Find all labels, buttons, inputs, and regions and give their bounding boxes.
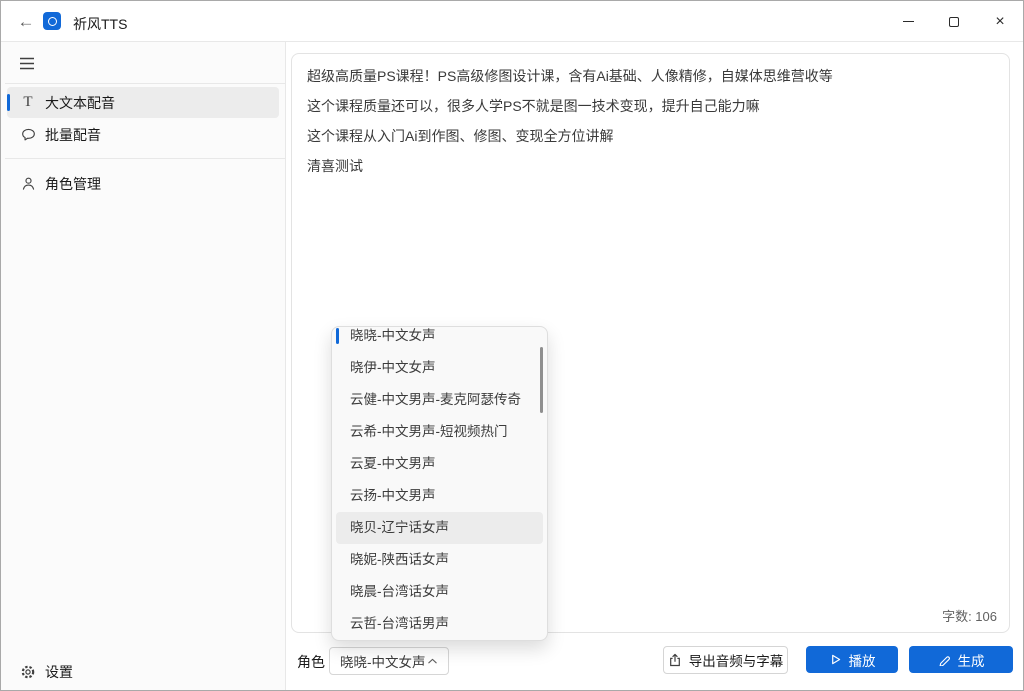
chat-bubble-icon (19, 126, 37, 144)
voice-option[interactable]: 晓贝-辽宁话女声 (336, 512, 543, 544)
voice-dropdown-popup: 晓晓-中文女声晓伊-中文女声云健-中文男声-麦克阿瑟传奇云希-中文男声-短视频热… (331, 326, 548, 641)
voice-option-label: 晓妮-陕西话女声 (350, 552, 449, 567)
back-button[interactable]: ← (13, 9, 39, 35)
maximize-icon (949, 17, 959, 27)
voice-select-value: 晓晓-中文女声 (340, 651, 427, 671)
maximize-button[interactable] (931, 1, 977, 42)
voice-option[interactable]: 晓妮-陕西话女声 (336, 544, 543, 576)
voice-option[interactable]: 云扬-中文男声 (336, 480, 543, 512)
sidebar-item-settings[interactable]: 设置 (7, 656, 279, 687)
voice-option[interactable]: 云哲-台湾话男声 (336, 608, 543, 640)
dropdown-scrollbar-thumb[interactable] (540, 347, 543, 413)
gear-icon (19, 663, 37, 681)
voice-option-label: 晓贝-辽宁话女声 (350, 520, 449, 535)
voice-option[interactable]: 晓晓-中文女声 (336, 326, 543, 352)
voice-dropdown-list: 晓晓-中文女声晓伊-中文女声云健-中文男声-麦克阿瑟传奇云希-中文男声-短视频热… (332, 326, 547, 640)
voice-option[interactable]: 云希-中文男声-短视频热门 (336, 416, 543, 448)
play-icon (829, 653, 842, 666)
voice-option-label: 云哲-台湾话男声 (350, 616, 449, 631)
play-button[interactable]: 播放 (806, 646, 898, 673)
app-logo-icon (43, 12, 61, 30)
sidebar-item-label: 设置 (45, 662, 73, 682)
selected-indicator (336, 328, 339, 344)
minimize-icon (903, 21, 914, 22)
app-window: ← 祈风TTS × T 大文本配音 批量配 (0, 0, 1024, 691)
editor-text-line: 这个课程质量还可以，很多人学PS不就是图一技术变现，提升自己能力嘛 (307, 91, 994, 121)
sidebar-item-role-management[interactable]: 角色管理 (7, 168, 279, 199)
sidebar-separator (5, 158, 285, 159)
generate-button-label: 生成 (958, 650, 985, 670)
close-button[interactable]: × (977, 1, 1023, 42)
pen-generate-icon (938, 653, 951, 666)
voice-option-label: 晓晓-中文女声 (350, 328, 436, 343)
export-button-label: 导出音频与字幕 (689, 650, 784, 670)
minimize-button[interactable] (885, 1, 931, 42)
voice-option[interactable]: 云健-中文男声-麦克阿瑟传奇 (336, 384, 543, 416)
voice-option-label: 云健-中文男声-麦克阿瑟传奇 (350, 392, 521, 407)
hamburger-menu-button[interactable] (11, 49, 43, 77)
sidebar-item-big-text-dubbing[interactable]: T 大文本配音 (7, 87, 279, 118)
voice-option-label: 云希-中文男声-短视频热门 (350, 424, 508, 439)
sidebar: T 大文本配音 批量配音 角色管理 (1, 42, 286, 691)
chevron-up-icon (427, 657, 438, 665)
window-title: 祈风TTS (73, 14, 127, 34)
window-controls: × (885, 1, 1023, 42)
selected-indicator (7, 94, 10, 111)
voice-option-label: 云夏-中文男声 (350, 456, 436, 471)
sidebar-item-label: 角色管理 (45, 174, 101, 194)
voice-option-label: 云扬-中文男声 (350, 488, 436, 503)
sidebar-item-batch-dubbing[interactable]: 批量配音 (7, 119, 279, 150)
voice-option[interactable]: 晓伊-中文女声 (336, 352, 543, 384)
editor-text-line: 这个课程从入门Ai到作图、修图、变现全方位讲解 (307, 121, 994, 151)
export-audio-subtitle-button[interactable]: 导出音频与字幕 (663, 646, 788, 674)
editor-text-line: 超级高质量PS课程！PS高级修图设计课，含有Ai基础、人像精修，自媒体思维营收等 (307, 61, 994, 91)
role-label: 角色 (297, 652, 325, 672)
close-icon: × (995, 14, 1004, 30)
voice-option[interactable]: 晓晨-台湾话女声 (336, 576, 543, 608)
sidebar-item-label: 大文本配音 (45, 93, 115, 113)
person-icon (19, 175, 37, 193)
sidebar-separator (5, 83, 285, 84)
play-button-label: 播放 (849, 650, 876, 670)
voice-select-combobox[interactable]: 晓晓-中文女声 (329, 647, 449, 675)
voice-option-label: 晓伊-中文女声 (350, 360, 436, 375)
titlebar: ← 祈风TTS × (1, 1, 1023, 42)
hamburger-icon (19, 57, 35, 70)
generate-button[interactable]: 生成 (909, 646, 1013, 673)
text-T-icon: T (19, 94, 37, 112)
voice-option-label: 晓晨-台湾话女声 (350, 584, 449, 599)
sidebar-item-label: 批量配音 (45, 125, 101, 145)
export-icon (668, 653, 682, 667)
voice-option[interactable]: 云夏-中文男声 (336, 448, 543, 480)
editor-text-line: 清喜测试 (307, 151, 994, 181)
word-count-label: 字数: 106 (942, 606, 997, 625)
